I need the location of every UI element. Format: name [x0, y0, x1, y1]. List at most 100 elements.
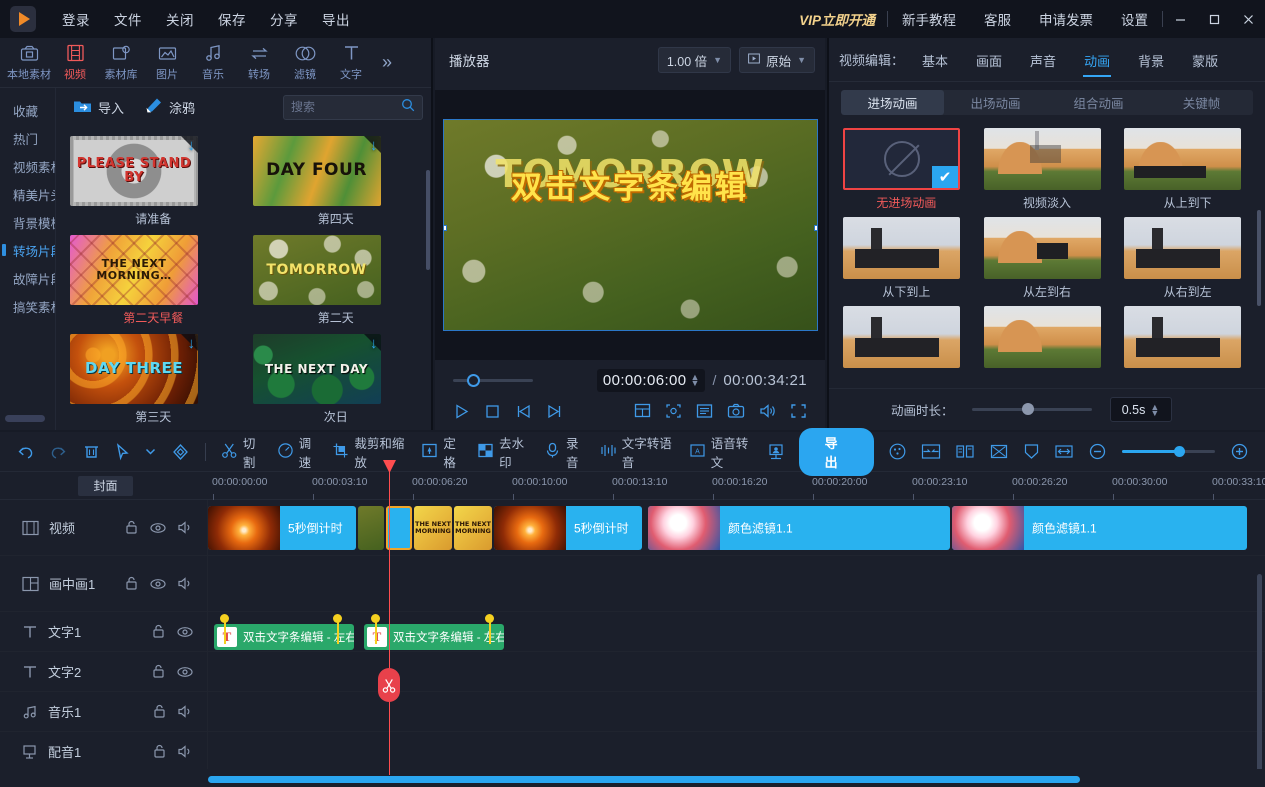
animation-preset[interactable]: ✔ 无进场动画	[843, 128, 970, 211]
zoom-out-button[interactable]	[1082, 438, 1113, 465]
search-icon[interactable]	[401, 98, 415, 117]
search-input[interactable]	[291, 100, 396, 114]
doodle-button[interactable]: 涂鸦	[137, 94, 202, 120]
sidebar-item-favorites[interactable]: 收藏	[0, 96, 55, 124]
color-palette-icon[interactable]	[882, 438, 913, 465]
tutorial-link[interactable]: 新手教程	[888, 9, 970, 29]
resize-handle[interactable]	[814, 225, 818, 231]
video-clip[interactable]: 颜色滤镜1.1	[648, 506, 950, 550]
video-clip[interactable]: 5秒倒计时	[208, 506, 356, 550]
tab-background[interactable]: 背景	[1124, 39, 1178, 81]
split-button[interactable]: 切割	[215, 430, 269, 474]
pip-lane[interactable]	[208, 556, 1265, 611]
eye-icon[interactable]	[177, 626, 193, 638]
close-button[interactable]	[1231, 0, 1265, 38]
text-clip[interactable]: T 双击文字条编辑 - 左右	[364, 624, 504, 650]
video-clip[interactable]: THE NEXT MORNING	[454, 506, 492, 550]
speed-button[interactable]: 调速	[271, 430, 325, 474]
animation-preset[interactable]	[843, 306, 970, 368]
segment-enter-animation[interactable]: 进场动画	[841, 90, 944, 115]
split-track-icon[interactable]	[949, 438, 981, 465]
sidebar-item-glitch[interactable]: 故障片段	[0, 264, 55, 292]
invoice-link[interactable]: 申请发票	[1025, 9, 1107, 29]
menu-item-login[interactable]: 登录	[50, 5, 102, 33]
tab-audio[interactable]: 声音	[1016, 39, 1070, 81]
cut-at-playhead-button[interactable]	[378, 668, 400, 702]
category-video[interactable]: 视频	[52, 43, 98, 82]
dubbing-lane[interactable]	[208, 732, 1265, 769]
timeline-ruler[interactable]: 00:00:00:00 00:00:03:10 00:00:06:20 00:0…	[208, 472, 1265, 500]
lock-icon[interactable]	[125, 576, 138, 591]
text-lane-2[interactable]	[208, 652, 1265, 691]
category-image[interactable]: 图片	[144, 43, 190, 82]
timeline-vertical-scrollbar[interactable]	[1257, 574, 1262, 769]
undo-icon[interactable]	[10, 439, 41, 464]
download-icon[interactable]: ↓	[370, 335, 378, 352]
timeline-horizontal-scrollbar[interactable]	[208, 776, 1080, 783]
vip-upgrade-button[interactable]: VIP立即开通	[787, 9, 887, 29]
duration-knob[interactable]	[1022, 403, 1034, 415]
download-icon[interactable]: ↓	[370, 137, 378, 154]
segment-keyframe[interactable]: 关键帧	[1150, 90, 1253, 115]
delete-icon[interactable]	[76, 439, 107, 465]
media-item[interactable]: DAY FOUR ↓ 第四天	[253, 136, 420, 227]
snapshot-icon[interactable]	[727, 403, 745, 419]
duration-stepper[interactable]: ▲▼	[1150, 404, 1159, 416]
animation-preset[interactable]: 从上到下	[1124, 128, 1251, 211]
playback-speed-select[interactable]: 1.00 倍 ▼	[658, 47, 731, 73]
cut-all-icon[interactable]	[983, 438, 1015, 465]
chevron-down-icon[interactable]	[138, 441, 163, 462]
expand-width-icon[interactable]	[1048, 438, 1080, 465]
import-button[interactable]: 导入	[66, 95, 131, 120]
fullscreen-icon[interactable]	[790, 403, 807, 419]
subtitle-icon[interactable]	[696, 403, 713, 419]
select-tool-icon[interactable]	[109, 439, 136, 465]
crop-icon[interactable]	[665, 403, 682, 419]
remove-watermark-button[interactable]: 去水印	[471, 430, 536, 474]
resize-handle[interactable]	[443, 225, 447, 231]
lock-icon[interactable]	[153, 704, 166, 719]
category-text[interactable]: 文字	[328, 43, 374, 82]
media-item[interactable]: DAY THREE ↓ 第三天	[70, 334, 237, 425]
category-local-media[interactable]: 本地素材	[6, 43, 52, 82]
sidebar-item-background[interactable]: 背景模板	[0, 208, 55, 236]
tab-animation[interactable]: 动画	[1070, 39, 1124, 81]
resolution-select[interactable]: 原始 ▼	[739, 47, 815, 73]
record-button[interactable]: 录音	[538, 430, 592, 474]
lock-icon[interactable]	[153, 744, 166, 759]
video-clip[interactable]: THE NEXT MORNING	[414, 506, 452, 550]
volume-icon[interactable]	[178, 705, 193, 718]
zoom-in-button[interactable]	[1224, 438, 1255, 465]
tts-button[interactable]: 文字转语音	[594, 430, 681, 474]
freeze-frame-button[interactable]: 定格	[415, 430, 469, 474]
split-view-icon[interactable]	[634, 403, 651, 419]
playhead[interactable]	[389, 472, 390, 775]
category-library[interactable]: 素材库	[98, 43, 144, 82]
download-icon[interactable]: ↓	[188, 335, 196, 352]
video-clip[interactable]: 颜色滤镜1.1	[952, 506, 1247, 550]
lock-icon[interactable]	[125, 520, 138, 535]
play-button[interactable]	[453, 403, 470, 420]
animation-preset[interactable]: 视频淡入	[984, 128, 1111, 211]
settings-link[interactable]: 设置	[1107, 9, 1162, 29]
current-time-box[interactable]: 00:00:06:00 ▲▼	[597, 369, 706, 392]
crop-zoom-button[interactable]: 裁剪和缩放	[326, 430, 413, 474]
volume-icon[interactable]	[759, 403, 776, 419]
sidebar-item-intro[interactable]: 精美片头	[0, 180, 55, 208]
media-item[interactable]: THE NEXT MORNING… 第二天早餐	[70, 235, 237, 326]
lock-icon[interactable]	[152, 624, 165, 639]
lock-icon[interactable]	[152, 664, 165, 679]
stop-button[interactable]	[484, 403, 501, 420]
export-button[interactable]: 导出	[799, 428, 874, 476]
animation-grid-scrollbar[interactable]	[1257, 210, 1261, 306]
tab-mask[interactable]: 蒙版	[1178, 39, 1232, 81]
sidebar-item-transition-clips[interactable]: 转场片段	[0, 236, 55, 264]
more-categories-button[interactable]: »	[378, 52, 396, 73]
search-box[interactable]	[283, 95, 423, 120]
media-item[interactable]: TOMORROW 第二天	[253, 235, 420, 326]
time-stepper[interactable]: ▲▼	[691, 374, 700, 386]
subtitle-export-icon[interactable]	[761, 439, 791, 465]
volume-icon[interactable]	[178, 745, 193, 758]
menu-item-file[interactable]: 文件	[102, 5, 154, 33]
minimize-button[interactable]	[1163, 0, 1197, 38]
